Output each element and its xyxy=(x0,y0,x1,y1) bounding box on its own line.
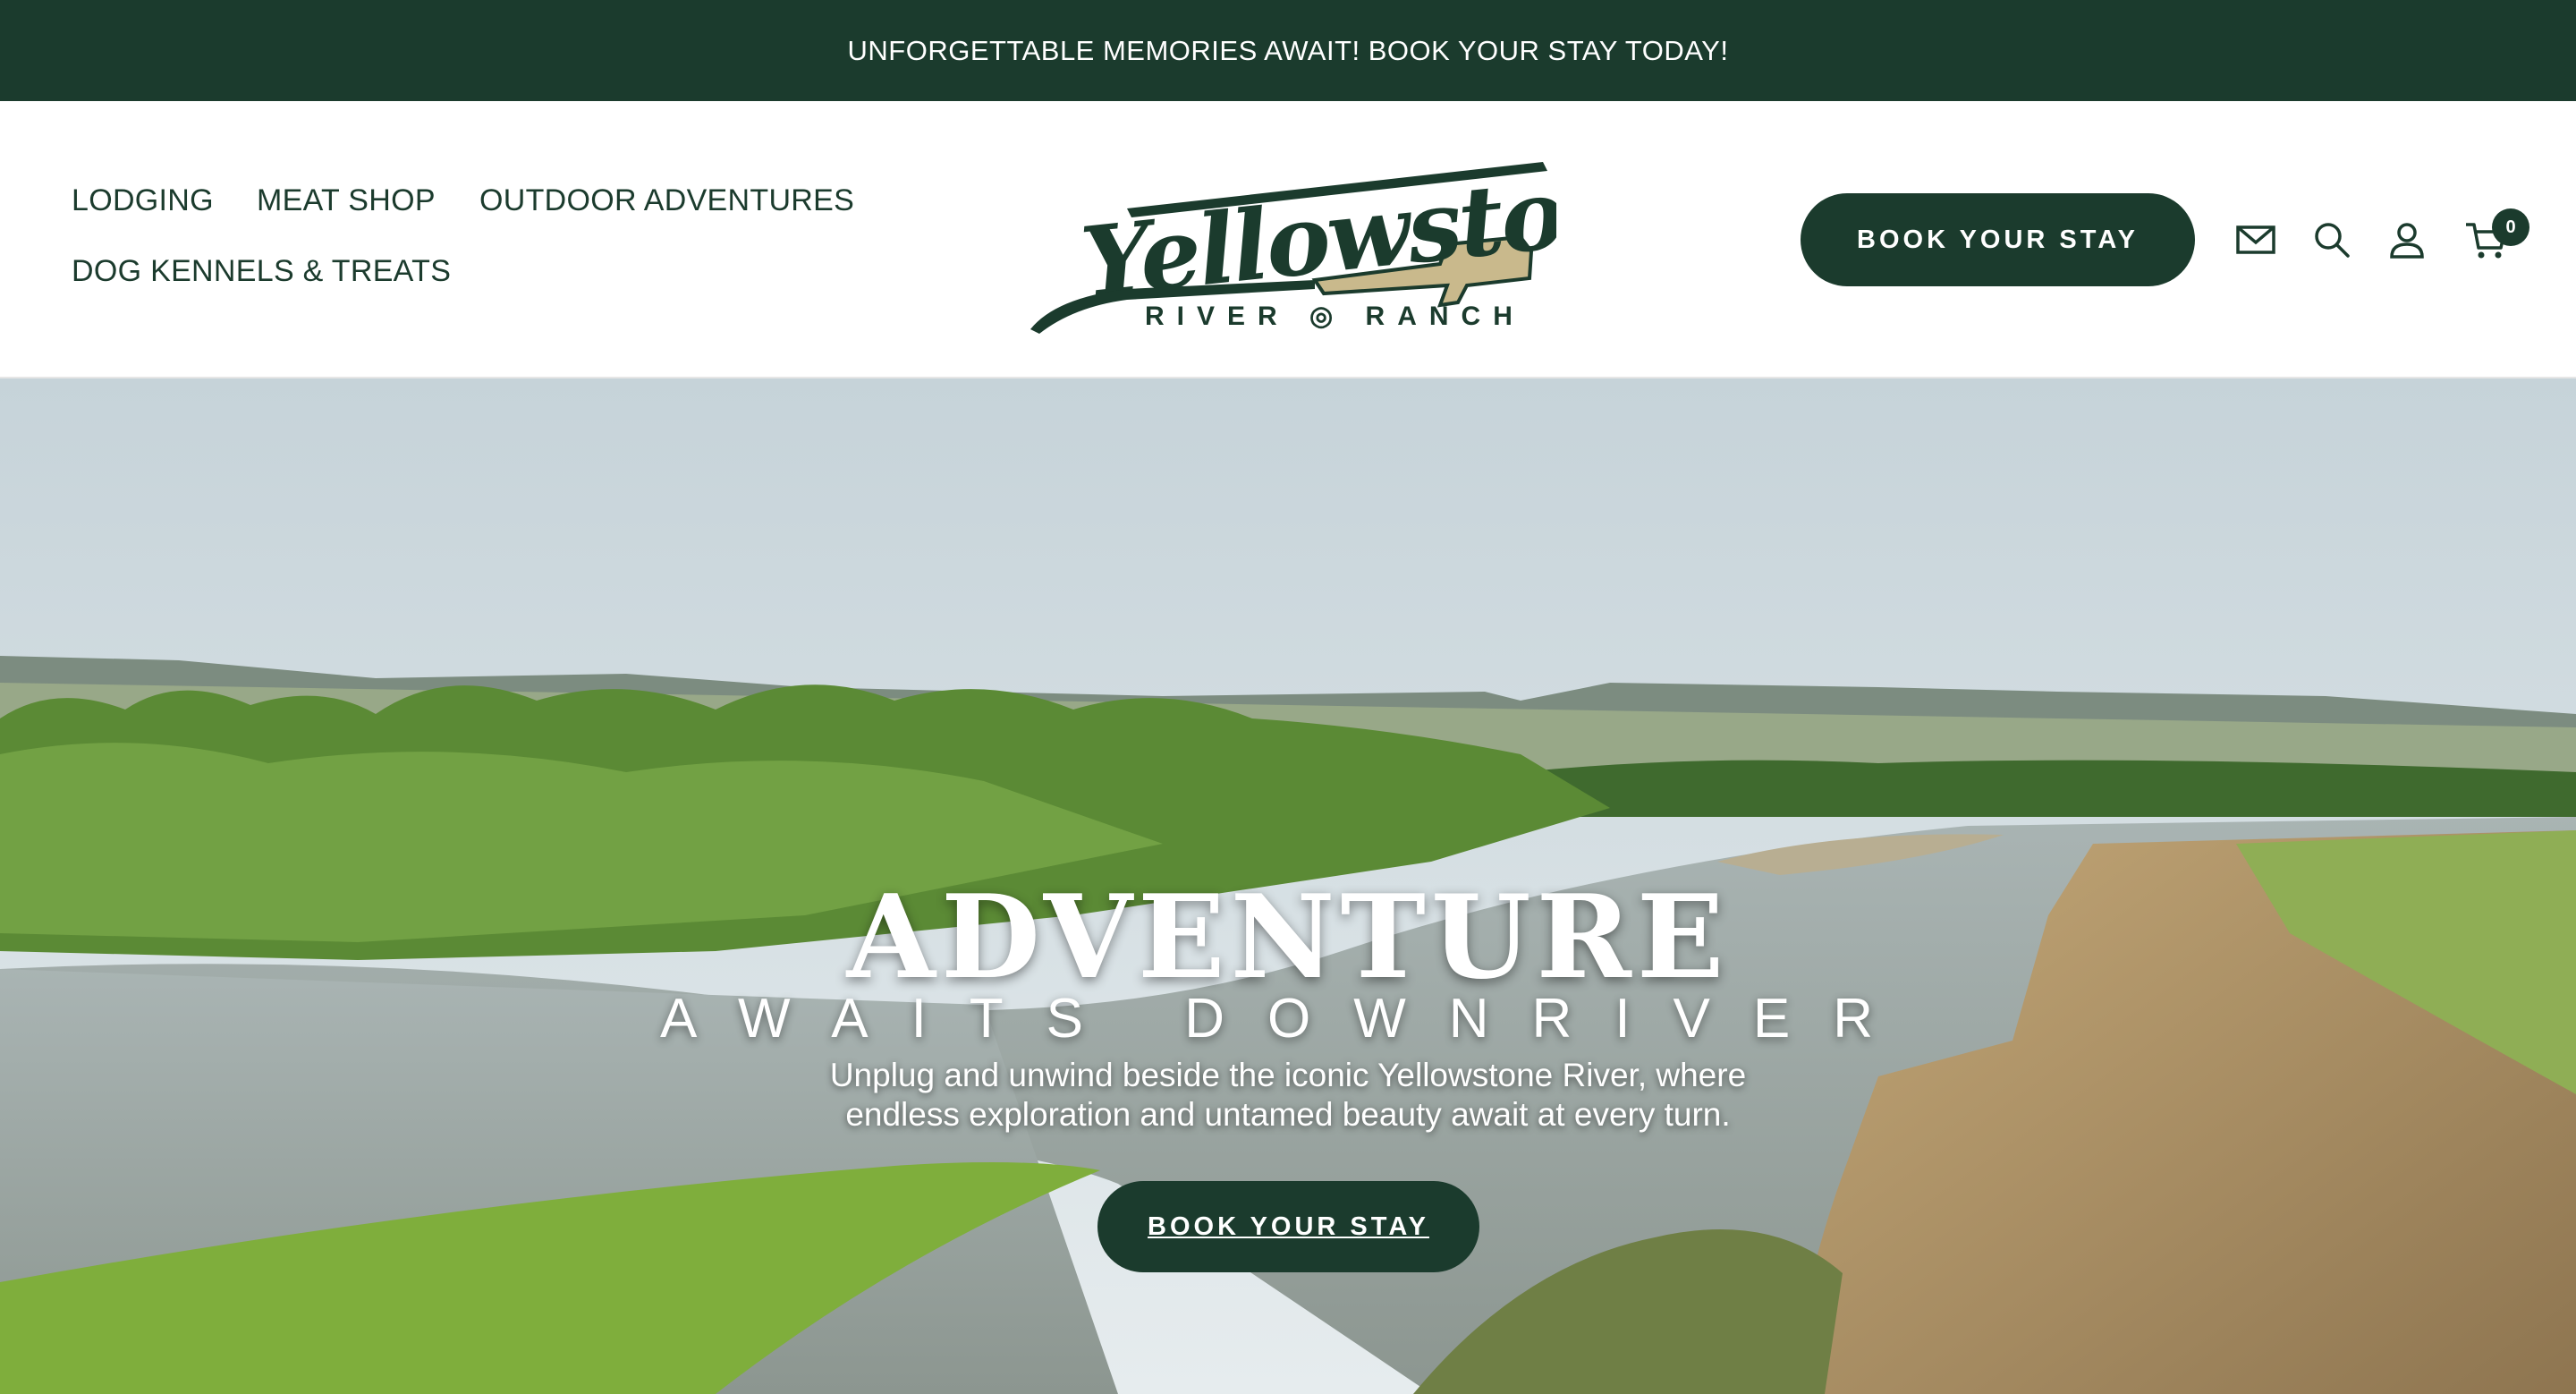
hero-title: ADVENTURE xyxy=(846,871,1730,1005)
logo-tagline: RIVER ◎ RANCH xyxy=(1145,302,1525,331)
nav-item-lodging[interactable]: LODGING xyxy=(72,183,214,218)
logo-graphic: Yellowstone RIVER ◎ RANCH xyxy=(1030,144,1693,334)
nav-item-outdoor-adventures[interactable]: OUTDOOR ADVENTURES xyxy=(479,183,854,218)
hero-book-button[interactable]: BOOK YOUR STAY xyxy=(1097,1181,1479,1272)
announcement-text: UNFORGETTABLE MEMORIES AWAIT! BOOK YOUR … xyxy=(847,34,1729,66)
announcement-bar: UNFORGETTABLE MEMORIES AWAIT! BOOK YOUR … xyxy=(0,0,2576,101)
search-icon[interactable] xyxy=(2309,217,2354,262)
nav-item-dog-kennels[interactable]: DOG KENNELS & TREATS xyxy=(72,254,451,289)
site-logo[interactable]: Yellowstone RIVER ◎ RANCH xyxy=(1020,144,1693,343)
account-icon[interactable] xyxy=(2385,217,2429,262)
header-book-button[interactable]: BOOK YOUR STAY xyxy=(1801,193,2195,286)
hero-subtitle: AWAITS DOWNRIVER xyxy=(659,988,1917,1050)
cart-count-badge: 0 xyxy=(2492,208,2529,246)
hero-description: Unplug and unwind beside the iconic Yell… xyxy=(829,1057,1747,1133)
nav-item-meat-shop[interactable]: MEAT SHOP xyxy=(257,183,436,218)
hero-banner: ADVENTURE AWAITS DOWNRIVER Unplug and un… xyxy=(0,378,2576,1394)
site-header: LODGING MEAT SHOP OUTDOOR ADVENTURES DOG… xyxy=(0,101,2576,378)
mail-icon[interactable] xyxy=(2233,217,2278,262)
